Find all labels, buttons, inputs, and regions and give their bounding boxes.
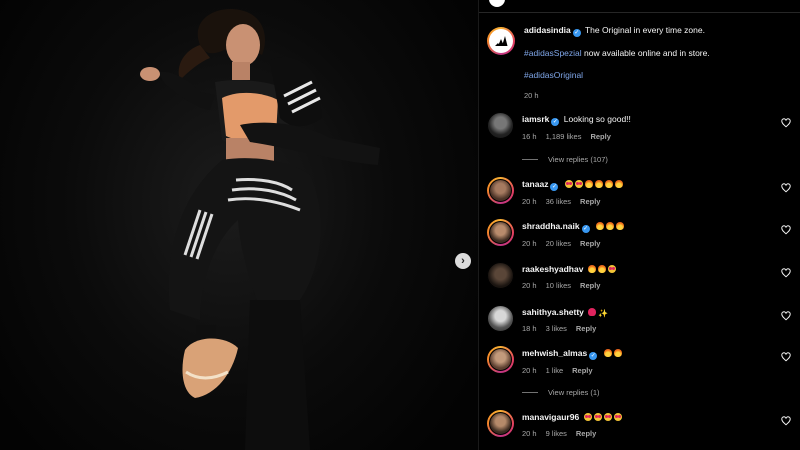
view-replies-label: View replies (1): [548, 388, 600, 397]
comment-likes[interactable]: 3 likes: [546, 324, 567, 333]
fire-emoji-icon: [587, 265, 596, 273]
like-heart-icon[interactable]: [781, 118, 791, 128]
comments-panel: adidasindia ✓ The Original in every time …: [478, 0, 800, 450]
like-heart-icon[interactable]: [781, 416, 791, 426]
comment-item: sahithya.shetty ✨ 18 h 3 likes Reply: [487, 305, 797, 341]
commenter-avatar[interactable]: [487, 410, 514, 437]
reply-button[interactable]: Reply: [576, 429, 596, 438]
reply-button[interactable]: Reply: [576, 324, 596, 333]
post-time: 20 h: [524, 91, 539, 100]
commenter-avatar[interactable]: [487, 262, 514, 289]
caption-text-2: now available online and in store.: [581, 48, 710, 58]
view-replies-button[interactable]: View replies (107): [522, 155, 608, 164]
header-avatar[interactable]: [489, 0, 505, 7]
fire-emoji-icon: [614, 180, 623, 188]
next-photo-button[interactable]: ›: [455, 253, 471, 269]
verified-badge-icon: ✓: [551, 118, 560, 126]
comment-username[interactable]: tanaaz: [522, 179, 548, 189]
comment-username[interactable]: raakeshyadhav: [522, 264, 583, 274]
replies-divider: [522, 392, 538, 393]
comment-item: raakeshyadhav 20 h 10 likes Reply: [487, 262, 797, 298]
comment-item: shraddha.naik ✓ 20 h 20 likes Reply: [487, 219, 797, 255]
header-divider: [479, 12, 800, 13]
view-replies-label: View replies (107): [548, 155, 608, 164]
verified-badge-icon: ✓: [581, 225, 590, 233]
comment-time: 20 h: [522, 197, 537, 206]
comment-item: tanaaz ✓ 20 h 36 likes Reply: [487, 177, 797, 213]
adidas-logo-icon: [495, 36, 508, 46]
heart-eyes-emoji-icon: [574, 180, 583, 188]
comment-username[interactable]: sahithya.shetty: [522, 307, 584, 317]
like-heart-icon[interactable]: [781, 183, 791, 193]
fire-emoji-icon: [613, 349, 622, 357]
fire-emoji-icon: [597, 265, 606, 273]
hashtag-original[interactable]: #adidasOriginal: [524, 70, 583, 80]
comment-time: 20 h: [522, 366, 537, 375]
like-heart-icon[interactable]: [781, 352, 791, 362]
comment-likes[interactable]: 10 likes: [546, 281, 571, 290]
reply-button[interactable]: Reply: [572, 366, 592, 375]
commenter-avatar[interactable]: [487, 219, 514, 246]
commenter-avatar[interactable]: [487, 305, 514, 332]
heart-eyes-emoji-icon: [603, 413, 612, 421]
comment-item: iamsrk ✓ Looking so good!! 16 h 1,189 like…: [487, 112, 797, 148]
fire-emoji-icon: [616, 222, 625, 230]
comment-time: 20 h: [522, 239, 537, 248]
reply-button[interactable]: Reply: [590, 132, 610, 141]
comment-time: 18 h: [522, 324, 537, 333]
view-replies-button[interactable]: View replies (1): [522, 388, 600, 397]
author-avatar[interactable]: [487, 27, 515, 55]
fire-emoji-icon: [604, 180, 613, 188]
like-heart-icon[interactable]: [781, 268, 791, 278]
heart-eyes-emoji-icon: [564, 180, 573, 188]
like-heart-icon[interactable]: [781, 225, 791, 235]
reply-button[interactable]: Reply: [580, 281, 600, 290]
commenter-avatar[interactable]: [487, 112, 514, 139]
comment-likes[interactable]: 20 likes: [546, 239, 571, 248]
verified-badge-icon: ✓: [589, 352, 598, 360]
fire-emoji-icon: [603, 349, 612, 357]
hashtag-spezial[interactable]: #adidasSpezial: [524, 48, 582, 58]
comment-likes[interactable]: 36 likes: [546, 197, 571, 206]
caption-text: The Original in every time zone.: [584, 25, 705, 35]
author-username[interactable]: adidasindia: [524, 25, 571, 35]
heart-eyes-emoji-icon: [607, 265, 616, 273]
comment-time: 20 h: [522, 281, 537, 290]
comment-likes[interactable]: 9 likes: [546, 429, 567, 438]
comment-username[interactable]: iamsrk: [522, 114, 549, 124]
like-heart-icon[interactable]: [781, 311, 791, 321]
comment-username[interactable]: mehwish_almas: [522, 348, 587, 358]
replies-divider: [522, 159, 538, 160]
comment-likes[interactable]: 1 like: [546, 366, 564, 375]
comment-time: 16 h: [522, 132, 537, 141]
heart-eyes-emoji-icon: [593, 413, 602, 421]
comment-time: 20 h: [522, 429, 537, 438]
fire-emoji-icon: [606, 222, 615, 230]
post-photo: ›: [0, 0, 478, 450]
fire-emoji-icon: [594, 180, 603, 188]
heart-eyes-emoji-icon: [613, 413, 622, 421]
verified-badge-icon: ✓: [572, 29, 581, 37]
heart-eyes-emoji-icon: [583, 413, 592, 421]
reply-button[interactable]: Reply: [580, 239, 600, 248]
comment-text: Looking so good!!: [563, 114, 631, 124]
commenter-avatar[interactable]: [487, 346, 514, 373]
comment-likes[interactable]: 1,189 likes: [546, 132, 582, 141]
comment-username[interactable]: manavigaur96: [522, 412, 579, 422]
commenter-avatar[interactable]: [487, 177, 514, 204]
fire-emoji-icon: [584, 180, 593, 188]
comment-item: mehwish_almas ✓ 20 h 1 like Reply: [487, 346, 797, 382]
sparkles-emoji-icon: ✨: [598, 309, 609, 318]
comment-username[interactable]: shraddha.naik: [522, 221, 580, 231]
verified-badge-icon: ✓: [550, 183, 559, 191]
fire-emoji-icon: [596, 222, 605, 230]
dancer-illustration: [140, 9, 380, 450]
comment-item: manavigaur96 20 h 9 likes Reply: [487, 410, 797, 446]
heart-emoji-icon: [588, 308, 597, 316]
reply-button[interactable]: Reply: [580, 197, 600, 206]
